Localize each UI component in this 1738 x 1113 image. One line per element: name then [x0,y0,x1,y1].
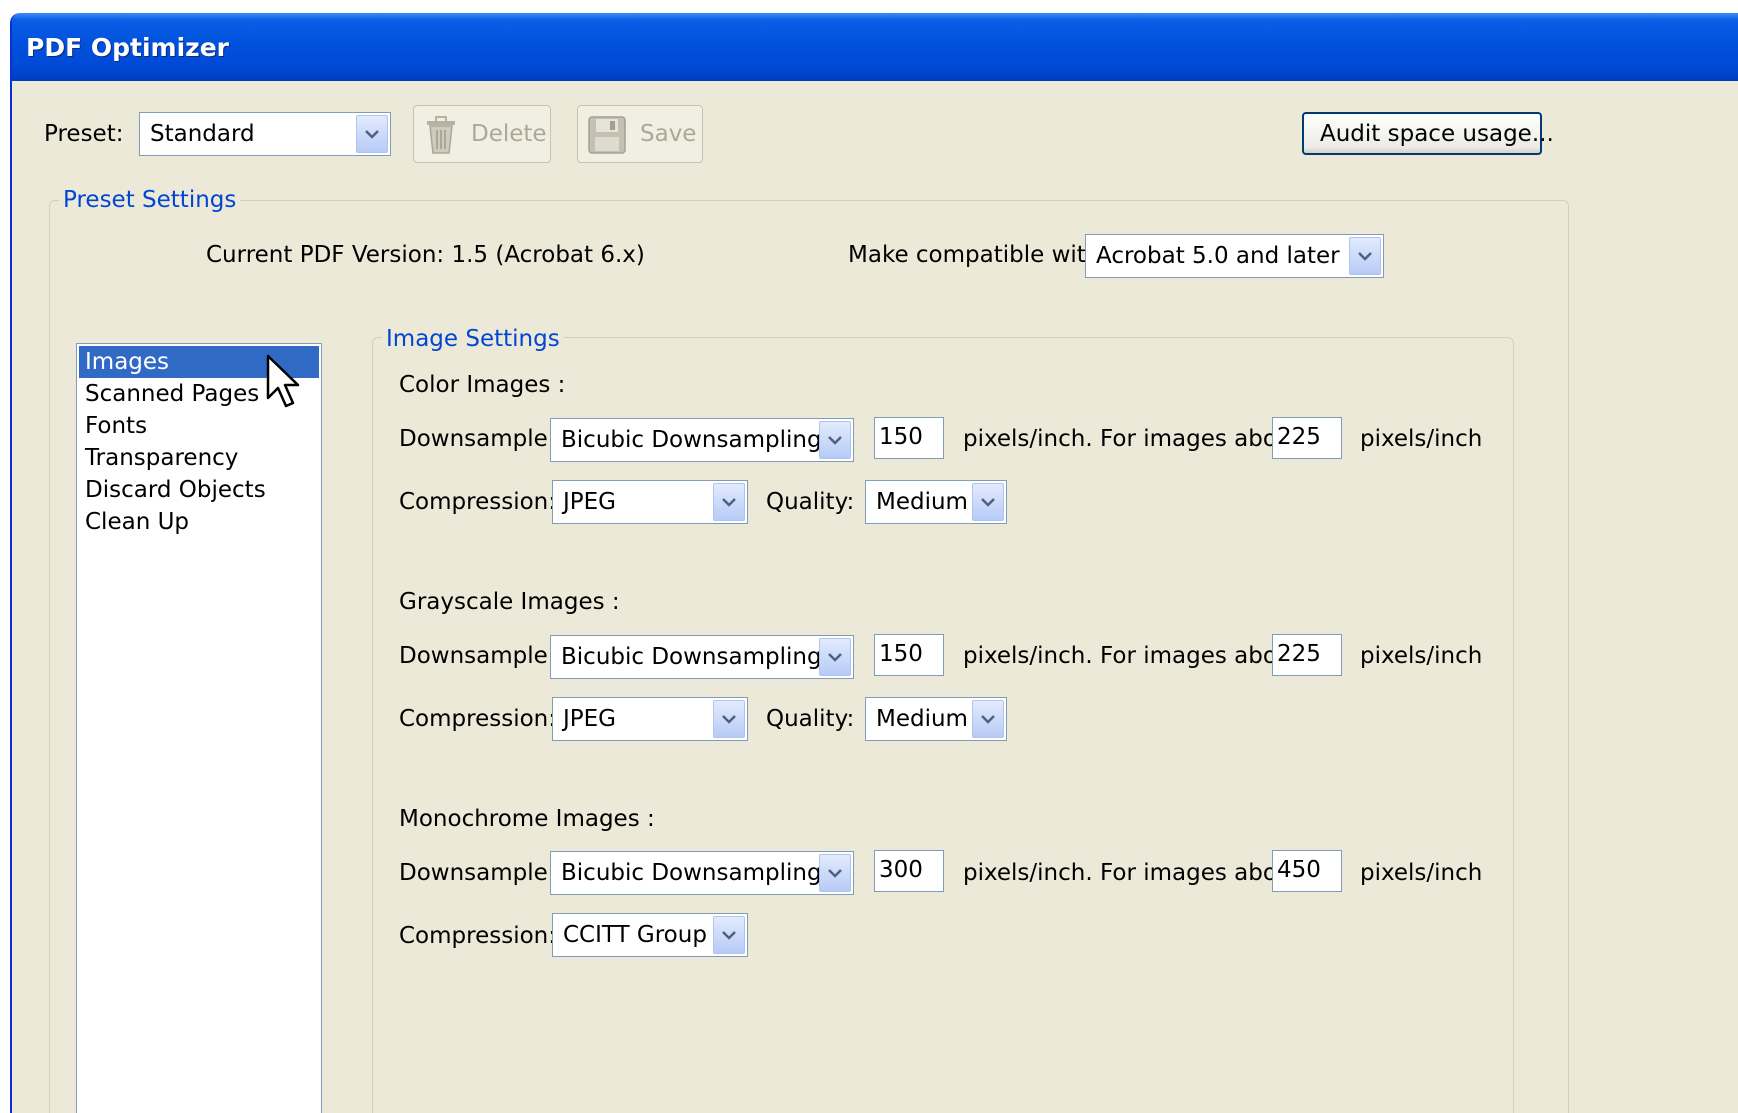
color-downsample-label: Downsample: [399,426,556,452]
color-downsample-value: Bicubic Downsampling to [561,427,852,453]
sidebar-item-scanned-pages[interactable]: Scanned Pages [85,378,259,410]
monochrome-compression-select[interactable]: CCITT Group 4 [552,913,748,957]
sidebar-item-fonts[interactable]: Fonts [85,410,147,442]
grayscale-compression-value: JPEG [563,706,617,732]
grayscale-ppi-text: pixels/inch. For images above [963,643,1305,669]
preset-value: Standard [150,121,255,147]
grayscale-downsample-value: Bicubic Downsampling to [561,644,852,670]
audit-label: Audit space usage... [1320,120,1554,147]
chevron-down-icon[interactable] [972,483,1004,521]
sidebar-item-transparency[interactable]: Transparency [85,442,238,474]
grayscale-quality-label: Quality: [766,706,855,732]
trash-icon [424,115,458,161]
make-compatible-label: Make compatible with: [848,242,1109,268]
chevron-down-icon[interactable] [713,700,745,738]
chevron-down-icon[interactable] [1349,237,1381,275]
save-button[interactable]: Save [577,105,703,163]
color-above-input[interactable]: 225 [1272,417,1342,459]
category-list[interactable]: Images Scanned Pages Fonts Transparency … [76,343,322,1113]
color-quality-select[interactable]: Medium [865,480,1007,524]
color-ppi-text: pixels/inch. For images above [963,426,1305,452]
current-pdf-version: Current PDF Version: 1.5 (Acrobat 6.x) [206,242,645,268]
color-quality-value: Medium [876,489,968,515]
grayscale-downsample-select[interactable]: Bicubic Downsampling to [550,635,854,679]
grayscale-compression-select[interactable]: JPEG [552,697,748,741]
monochrome-downsample-label: Downsample: [399,860,556,886]
mouse-pointer-icon [266,354,300,416]
grayscale-quality-select[interactable]: Medium [865,697,1007,741]
chevron-down-icon[interactable] [356,115,388,153]
grayscale-above-input[interactable]: 225 [1272,634,1342,676]
image-settings-title: Image Settings [382,326,564,352]
compatibility-value: Acrobat 5.0 and later [1096,243,1340,269]
monochrome-compression-label: Compression: [399,923,556,949]
monochrome-compression-value: CCITT Group 4 [563,922,729,948]
preset-label: Preset: [44,121,124,147]
color-ppi-input[interactable]: 150 [874,417,944,459]
chevron-down-icon[interactable] [819,638,851,676]
color-images-heading: Color Images : [399,372,566,398]
delete-label: Delete [471,121,547,147]
grayscale-images-heading: Grayscale Images : [399,589,620,615]
chevron-down-icon[interactable] [713,916,745,954]
color-quality-label: Quality: [766,489,855,515]
grayscale-quality-value: Medium [876,706,968,732]
grayscale-compression-label: Compression: [399,706,556,732]
chevron-down-icon[interactable] [972,700,1004,738]
monochrome-downsample-select[interactable]: Bicubic Downsampling to [550,851,854,895]
monochrome-above-unit: pixels/inch [1360,860,1483,886]
grayscale-ppi-input[interactable]: 150 [874,634,944,676]
monochrome-images-heading: Monochrome Images : [399,806,655,832]
color-compression-label: Compression: [399,489,556,515]
window-title: PDF Optimizer [26,33,229,62]
delete-button[interactable]: Delete [413,105,551,163]
compatibility-select[interactable]: Acrobat 5.0 and later [1085,234,1384,278]
chevron-down-icon[interactable] [713,483,745,521]
monochrome-ppi-input[interactable]: 300 [874,850,944,892]
sidebar-item-clean-up[interactable]: Clean Up [85,506,189,538]
floppy-disk-icon [587,115,627,161]
pdf-optimizer-dialog: PDF Optimizer Preset: Standard Delete Sa… [10,13,1738,1113]
sidebar-item-discard-objects[interactable]: Discard Objects [85,474,266,506]
color-compression-value: JPEG [563,489,617,515]
color-above-unit: pixels/inch [1360,426,1483,452]
grayscale-downsample-label: Downsample: [399,643,556,669]
preset-select[interactable]: Standard [139,112,391,156]
grayscale-above-unit: pixels/inch [1360,643,1483,669]
monochrome-above-input[interactable]: 450 [1272,850,1342,892]
color-compression-select[interactable]: JPEG [552,480,748,524]
chevron-down-icon[interactable] [819,854,851,892]
save-label: Save [640,121,697,147]
monochrome-ppi-text: pixels/inch. For images above [963,860,1305,886]
audit-space-usage-button[interactable]: Audit space usage... [1302,112,1554,155]
chevron-down-icon[interactable] [819,421,851,459]
color-downsample-select[interactable]: Bicubic Downsampling to [550,418,854,462]
title-bar[interactable]: PDF Optimizer [12,13,1738,81]
monochrome-downsample-value: Bicubic Downsampling to [561,860,852,886]
preset-settings-title: Preset Settings [59,187,241,213]
